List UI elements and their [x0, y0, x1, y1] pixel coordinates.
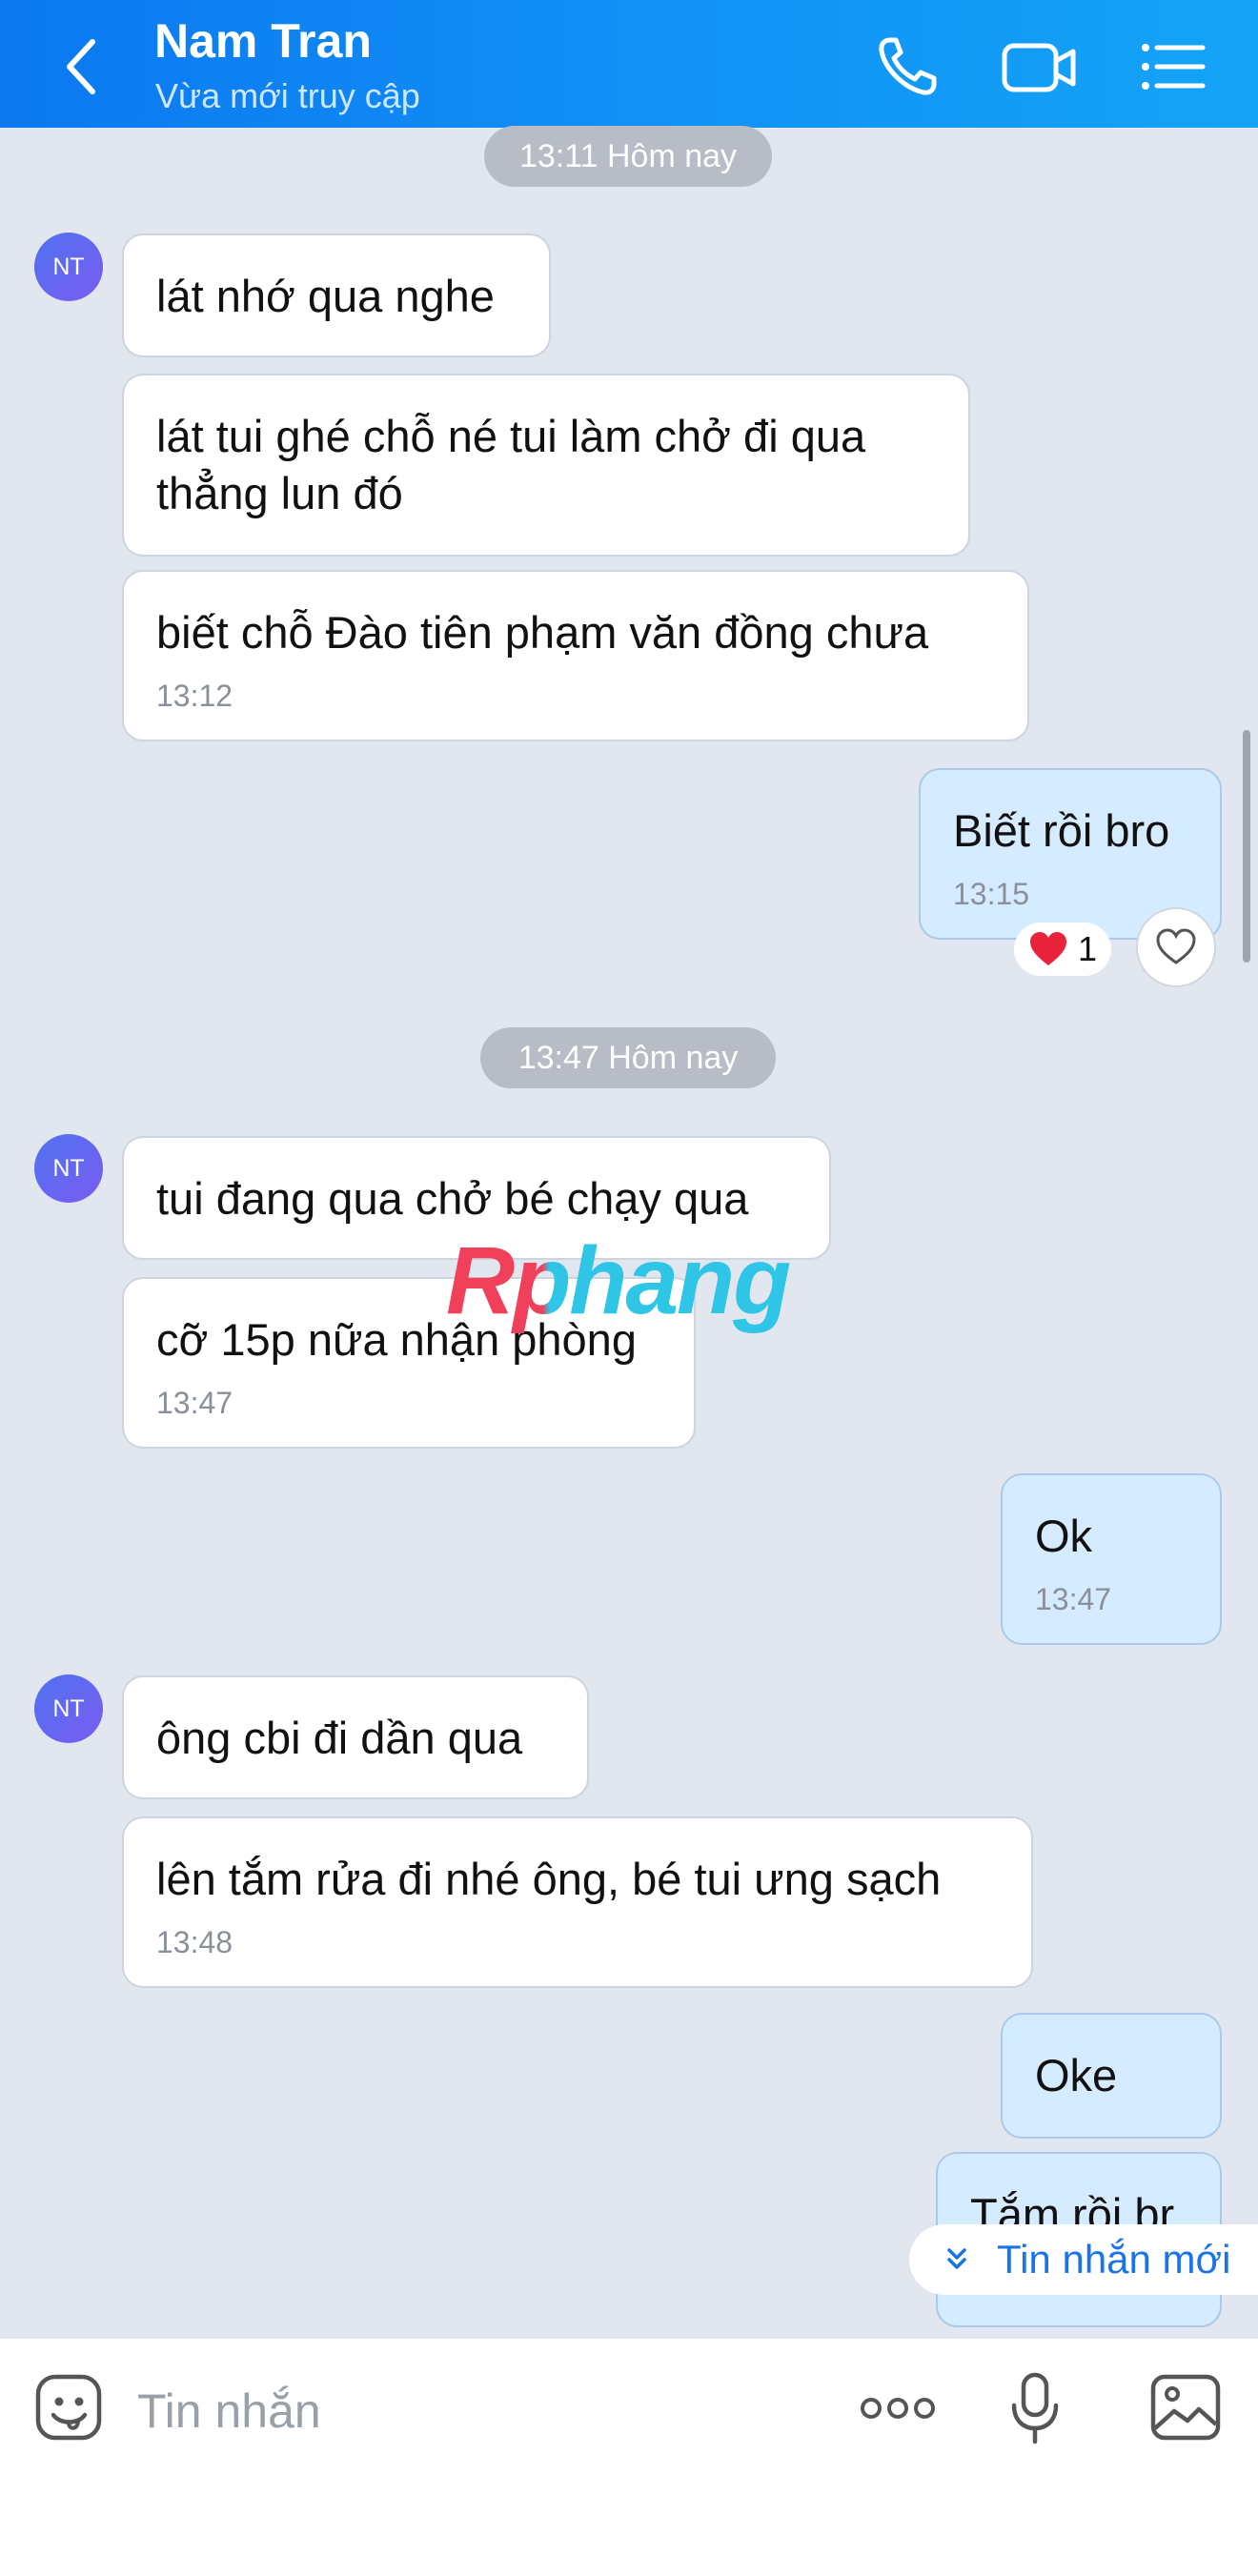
message-bubble-incoming[interactable]: lát tui ghé chỗ né tui làm chở đi qua th…	[122, 374, 970, 557]
menu-list-icon	[1142, 44, 1206, 90]
message-bubble-incoming[interactable]: tui đang qua chở bé chạy qua	[122, 1136, 831, 1260]
back-button[interactable]	[52, 29, 110, 105]
image-icon[interactable]	[1149, 2373, 1222, 2442]
contact-name[interactable]: Nam Tran	[154, 13, 372, 69]
message-text: Biết rồi bro	[953, 805, 1170, 856]
contact-status: Vừa mới truy cập	[155, 76, 420, 115]
message-text: ông cbi đi dần qua	[156, 1713, 523, 1763]
message-time: 13:47	[1035, 1582, 1112, 1616]
message-text: Oke	[1035, 2050, 1118, 2100]
new-messages-label: Tin nhắn mới	[997, 2237, 1231, 2282]
chat-menu-button[interactable]	[1136, 30, 1212, 103]
message-text: biết chỗ Đào tiên phạm văn đồng chưa	[156, 607, 929, 658]
message-bubble-incoming[interactable]: ông cbi đi dần qua	[122, 1675, 589, 1799]
back-arrow-icon	[67, 39, 95, 94]
phone-icon	[879, 37, 937, 95]
avatar[interactable]: NT	[34, 1134, 103, 1203]
chat-header: Nam Tran Vừa mới truy cập	[0, 0, 1258, 128]
date-separator: 13:47 Hôm nay	[480, 1027, 776, 1088]
date-separator: 13:11 Hôm nay	[484, 126, 772, 187]
message-bubble-incoming[interactable]: lát nhớ qua nghe	[122, 233, 551, 357]
message-bubble-outgoing[interactable]: Oke	[1001, 2013, 1222, 2139]
message-time: 13:15	[953, 877, 1030, 911]
message-bubble-incoming[interactable]: cỡ 15p nữa nhận phòng 13:47	[122, 1277, 696, 1449]
message-text: lát nhớ qua nghe	[156, 271, 495, 321]
message-composer	[0, 2339, 1258, 2576]
message-time: 13:47	[156, 1386, 233, 1420]
react-button[interactable]	[1136, 907, 1216, 987]
scrollbar[interactable]	[1243, 730, 1250, 963]
reaction-badge[interactable]: 1	[1014, 923, 1111, 976]
message-text: lên tắm rửa đi nhé ông, bé tui ưng sạch	[156, 1854, 942, 1904]
heart-outline-icon	[1156, 928, 1196, 964]
message-time: 13:12	[156, 679, 233, 713]
sticker-icon[interactable]	[34, 2373, 105, 2444]
message-bubble-outgoing[interactable]: Ok 13:47	[1001, 1473, 1222, 1645]
message-time: 13:48	[156, 1925, 233, 1959]
avatar[interactable]: NT	[34, 233, 103, 301]
message-text: tui đang qua chở bé chạy qua	[156, 1173, 749, 1224]
message-text: cỡ 15p nữa nhận phòng	[156, 1314, 637, 1365]
more-dots-icon[interactable]	[858, 2392, 938, 2424]
message-bubble-incoming[interactable]: lên tắm rửa đi nhé ông, bé tui ưng sạch …	[122, 1816, 1033, 1988]
new-messages-button[interactable]: Tin nhắn mới	[909, 2224, 1258, 2295]
microphone-icon[interactable]	[1008, 2371, 1062, 2445]
message-text: lát tui ghé chỗ né tui làm chở đi qua th…	[156, 411, 866, 518]
message-input[interactable]	[135, 2377, 806, 2445]
reaction-count: 1	[1077, 929, 1098, 968]
heart-icon	[1029, 932, 1066, 965]
double-chevron-down-icon	[947, 2248, 966, 2269]
phone-call-button[interactable]	[871, 30, 947, 103]
video-call-icon	[1002, 43, 1076, 92]
avatar[interactable]: NT	[34, 1674, 103, 1743]
message-bubble-incoming[interactable]: biết chỗ Đào tiên phạm văn đồng chưa 13:…	[122, 570, 1029, 741]
message-text: Ok	[1035, 1511, 1093, 1561]
video-call-button[interactable]	[999, 30, 1076, 103]
